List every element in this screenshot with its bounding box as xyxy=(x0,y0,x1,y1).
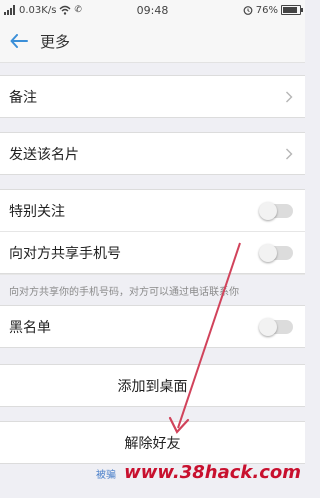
privacy-group: 特别关注 向对方共享手机号 xyxy=(0,189,305,274)
share-phone-hint: 向对方共享你的手机号码，对方可以通过电话联系你 xyxy=(0,274,305,305)
send-card-group: 发送该名片 xyxy=(0,132,305,175)
blacklist-group: 黑名单 xyxy=(0,305,305,348)
blacklist-row: 黑名单 xyxy=(0,306,305,347)
blacklist-label: 黑名单 xyxy=(9,319,51,336)
arrow-left-icon xyxy=(10,34,28,48)
battery-icon xyxy=(281,5,303,15)
add-desktop-group: 添加到桌面 xyxy=(0,364,305,407)
delete-friend-group: 解除好友 xyxy=(0,421,305,464)
delete-friend-button[interactable]: 解除好友 xyxy=(0,422,305,463)
special-follow-label: 特别关注 xyxy=(9,203,65,220)
status-bar: 0.03K/s ✆ 09:48 76% xyxy=(0,0,305,20)
special-follow-row: 特别关注 xyxy=(0,190,305,231)
chevron-right-icon xyxy=(286,91,293,102)
share-phone-toggle[interactable] xyxy=(259,243,293,262)
back-button[interactable] xyxy=(8,30,30,52)
special-follow-toggle[interactable] xyxy=(259,201,293,220)
watermark-logo: www.38hack.com xyxy=(124,462,301,483)
share-phone-row: 向对方共享手机号 xyxy=(0,231,305,273)
send-card-label: 发送该名片 xyxy=(9,146,79,163)
send-card-row[interactable]: 发送该名片 xyxy=(0,133,305,174)
status-time: 09:48 xyxy=(136,4,169,17)
add-to-desktop-button[interactable]: 添加到桌面 xyxy=(0,365,305,406)
page-title: 更多 xyxy=(40,32,71,51)
remark-group: 备注 xyxy=(0,75,305,118)
remark-row[interactable]: 备注 xyxy=(0,76,305,117)
delete-friend-label: 解除好友 xyxy=(124,435,181,452)
share-phone-label: 向对方共享手机号 xyxy=(9,245,121,262)
remark-label: 备注 xyxy=(9,89,37,106)
blacklist-toggle[interactable] xyxy=(259,317,293,336)
report-link[interactable]: 被骗 xyxy=(96,466,116,481)
nav-bar: 更多 xyxy=(0,20,305,63)
chevron-right-icon xyxy=(286,148,293,159)
add-to-desktop-label: 添加到桌面 xyxy=(117,378,188,395)
